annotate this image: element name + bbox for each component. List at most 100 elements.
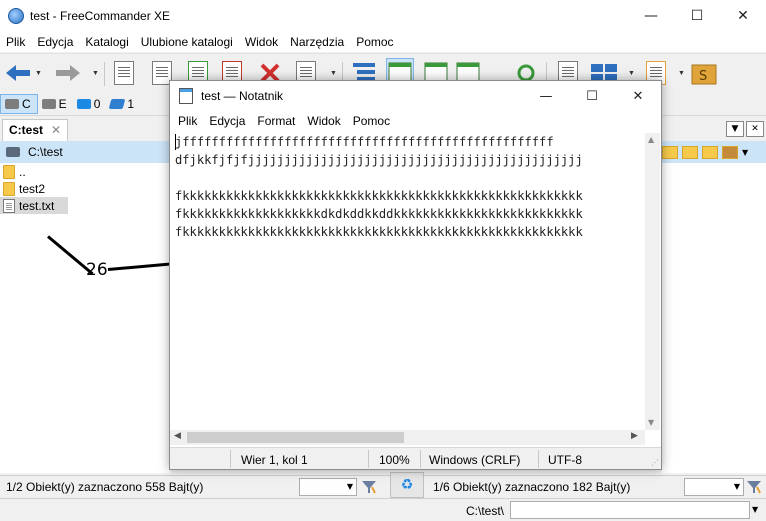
scroll-right-icon[interactable]: ▶ <box>631 431 638 441</box>
tab-dropdown-button[interactable]: ▼ <box>726 121 744 137</box>
chevron-down-icon: ▼ <box>733 482 740 491</box>
menu-edycja[interactable]: Edycja <box>203 114 251 128</box>
file-name: test.txt <box>19 198 55 213</box>
list-item[interactable]: test2 <box>0 180 170 197</box>
drive-label: 1 <box>127 96 135 111</box>
right-path-bar: ▼ <box>662 141 766 163</box>
window-controls: — ☐ ✕ <box>628 0 766 32</box>
notepad-window-controls: — ☐ ✕ <box>523 81 661 111</box>
chevron-down-icon[interactable]: ▼ <box>742 148 748 157</box>
filter-icon[interactable] <box>746 479 762 494</box>
drive-icon <box>6 147 20 157</box>
folder-icon <box>3 181 15 196</box>
text-caret <box>175 134 176 150</box>
left-path: C:\test <box>28 145 63 159</box>
folder-icon <box>3 164 15 179</box>
horizontal-scrollbar[interactable]: ◀ ▶ <box>170 430 645 445</box>
vertical-scrollbar[interactable]: ▲ ▼ <box>645 133 660 430</box>
svg-text:S: S <box>699 69 707 84</box>
chevron-down-icon[interactable]: ▼ <box>752 505 758 514</box>
menu-narzedzia[interactable]: Narzędzia <box>284 35 350 49</box>
window-title: test - FreeCommander XE <box>30 9 171 23</box>
close-button[interactable]: ✕ <box>720 0 766 32</box>
fc-titlebar: test - FreeCommander XE — ☐ ✕ <box>0 0 766 32</box>
notepad-titlebar: test — Notatnik — ☐ ✕ <box>170 81 661 111</box>
maximize-button[interactable]: ☐ <box>674 0 720 32</box>
drive-label: C <box>22 96 31 111</box>
notepad-window: test — Notatnik — ☐ ✕ Plik Edycja Format… <box>169 80 662 470</box>
arrow-right-icon <box>56 65 80 81</box>
menu-edycja[interactable]: Edycja <box>31 35 79 49</box>
right-panel-header: ▼ ✕ <box>662 117 766 141</box>
encoding: UTF-8 <box>548 453 582 467</box>
left-path-bar[interactable]: C:\test <box>0 141 170 163</box>
close-button[interactable]: ✕ <box>615 81 661 111</box>
file-name: .. <box>19 164 26 179</box>
tab-close-icon[interactable]: ✕ <box>51 123 61 138</box>
history-folder-icon[interactable] <box>722 145 738 159</box>
tab-label: C:test <box>9 123 44 137</box>
minimize-button[interactable]: — <box>523 81 569 111</box>
text-file-icon <box>3 198 15 213</box>
search-button[interactable] <box>110 58 138 88</box>
drive-label: E <box>58 96 67 111</box>
scroll-up-icon[interactable]: ▲ <box>648 135 654 144</box>
properties-dropdown[interactable]: ▼ <box>330 70 337 77</box>
menu-pomoc[interactable]: Pomoc <box>347 114 396 128</box>
menu-plik[interactable]: Plik <box>172 114 203 128</box>
network-icon <box>109 98 126 109</box>
annotation-number: 26 <box>86 260 108 280</box>
menu-format[interactable]: Format <box>251 114 301 128</box>
forward-dropdown[interactable]: ▼ <box>92 70 99 77</box>
favorite-folder-icon[interactable] <box>662 145 678 159</box>
favorites-button[interactable]: S <box>690 58 718 88</box>
search-file-icon <box>114 61 134 85</box>
status-separator <box>230 450 231 468</box>
fc-right-panel: ▼ ✕ ▼ <box>662 117 766 473</box>
status-separator <box>538 450 539 468</box>
menu-plik[interactable]: Plik <box>0 35 31 49</box>
notepad-title: test — Notatnik <box>201 89 284 103</box>
back-dropdown[interactable]: ▼ <box>35 70 42 77</box>
root-folder-icon[interactable] <box>702 145 718 159</box>
notepad-menubar: Plik Edycja Format Widok Pomoc <box>170 111 661 131</box>
scroll-down-icon[interactable]: ▼ <box>648 418 654 427</box>
layout-dropdown[interactable]: ▼ <box>628 70 635 77</box>
menu-ulubione-katalogi[interactable]: Ulubione katalogi <box>135 35 239 49</box>
zoom-level: 100% <box>379 453 410 467</box>
fc-menubar: Plik Edycja Katalogi Ulubione katalogi W… <box>0 32 766 52</box>
document-text[interactable]: jfffffffffffffffffffffffffffffffffffffff… <box>175 133 643 429</box>
menu-katalogi[interactable]: Katalogi <box>79 35 134 49</box>
menu-widok[interactable]: Widok <box>239 35 284 49</box>
status-separator <box>420 450 421 468</box>
notepad-icon <box>179 88 193 104</box>
monitor-icon <box>76 98 91 109</box>
hard-drive-icon <box>5 98 19 109</box>
file-name: test2 <box>19 181 46 196</box>
scrollbar-thumb[interactable] <box>187 432 404 443</box>
notepad-status-bar: Wier 1, kol 1 100% Windows (CRLF) UTF-8 … <box>170 447 661 469</box>
list-item[interactable]: .. <box>0 163 170 180</box>
maximize-button[interactable]: ☐ <box>569 81 615 111</box>
menu-pomoc[interactable]: Pomoc <box>350 35 399 49</box>
drive-label: 0 <box>93 96 101 111</box>
drive-c-button[interactable]: C <box>0 93 38 114</box>
scroll-left-icon[interactable]: ◀ <box>174 431 181 441</box>
minimize-button[interactable]: — <box>628 0 674 32</box>
cursor-position: Wier 1, kol 1 <box>241 453 308 467</box>
status-separator <box>368 450 369 468</box>
drive-0-button[interactable]: 0 <box>73 94 107 114</box>
list-item[interactable]: test.txt <box>0 197 68 214</box>
menu-widok[interactable]: Widok <box>301 114 346 128</box>
tab-c-test[interactable]: C:test ✕ <box>2 119 69 141</box>
fc-left-panel: C:test ✕ C:\test .. test2 test.txt <box>0 117 170 473</box>
back-button[interactable] <box>4 58 32 88</box>
settings-dropdown[interactable]: ▼ <box>678 70 685 77</box>
drive-1-button[interactable]: 1 <box>106 94 140 114</box>
resize-grip-icon[interactable]: ⋰ <box>651 458 659 467</box>
right-filter-combo[interactable]: ▼ <box>684 478 744 496</box>
drive-e-button[interactable]: E <box>38 94 73 114</box>
forward-button[interactable] <box>54 58 82 88</box>
parent-folder-icon[interactable] <box>682 145 698 159</box>
close-panel-button[interactable]: ✕ <box>746 121 764 137</box>
